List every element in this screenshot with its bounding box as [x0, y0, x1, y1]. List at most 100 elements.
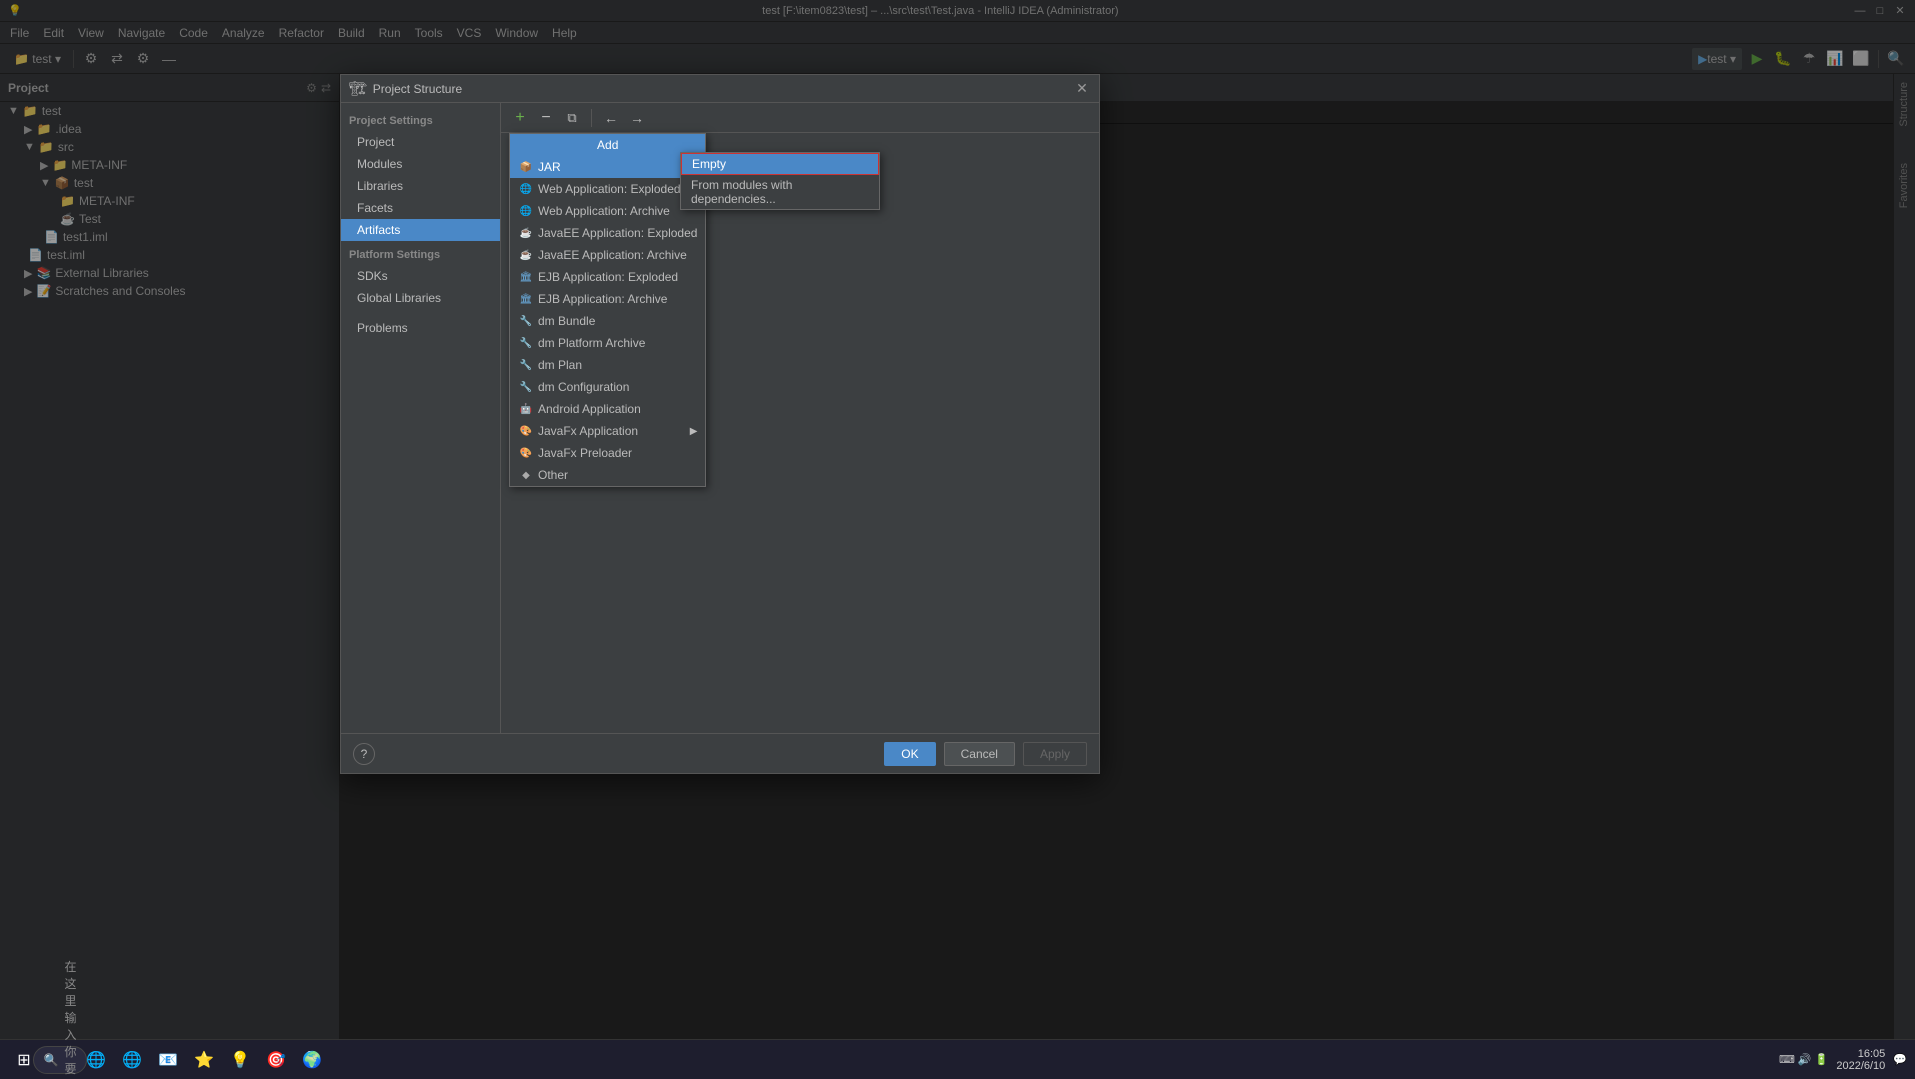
submenu-arrow-icon: ▶	[690, 426, 698, 437]
add-dropdown-header: Add	[510, 134, 705, 156]
dropdown-item-dm-plan[interactable]: 🔧 dm Plan	[510, 354, 705, 376]
dialog-content: + − ⧉ ← → Add 📦 JAR	[501, 103, 1099, 733]
taskbar-app2[interactable]: ⭐	[188, 1044, 220, 1076]
nav-libraries[interactable]: Libraries	[341, 175, 500, 197]
taskbar-app1[interactable]: 📧	[152, 1044, 184, 1076]
dm-icon: 🔧	[518, 313, 534, 329]
project-settings-section: Project Settings Project Modules Librari…	[341, 111, 500, 241]
nav-global-libraries[interactable]: Global Libraries	[341, 287, 500, 309]
taskbar-right-area: ⌨ 🔊 🔋 16:05 2022/6/10 💬	[1779, 1048, 1907, 1072]
other-section: Problems	[341, 317, 500, 339]
taskbar-app4[interactable]: 🌍	[296, 1044, 328, 1076]
notification-icon[interactable]: 💬	[1893, 1053, 1907, 1066]
dropdown-item-ejb-exploded[interactable]: 🏛 EJB Application: Exploded	[510, 266, 705, 288]
dropdown-item-label: EJB Application: Exploded	[538, 270, 678, 284]
javafx-icon: 🎨	[518, 445, 534, 461]
apply-button[interactable]: Apply	[1023, 742, 1087, 766]
javaee-icon: ☕	[518, 247, 534, 263]
javaee-icon: ☕	[518, 225, 534, 241]
nav-facets[interactable]: Facets	[341, 197, 500, 219]
dropdown-item-label: JAR	[538, 160, 561, 174]
dropdown-item-other[interactable]: ◆ Other	[510, 464, 705, 486]
javafx-icon: 🎨	[518, 423, 534, 439]
dropdown-item-ejb-archive[interactable]: 🏛 EJB Application: Archive	[510, 288, 705, 310]
dialog-body: Project Settings Project Modules Librari…	[341, 103, 1099, 733]
jar-submenu-from-modules-label: From modules with dependencies...	[691, 178, 869, 206]
dropdown-item-web-exploded[interactable]: 🌐 Web Application: Exploded	[510, 178, 705, 200]
dropdown-item-label: JavaFx Application	[538, 424, 638, 438]
dialog-sidebar: Project Settings Project Modules Librari…	[341, 103, 501, 733]
dropdown-item-javaee-archive[interactable]: ☕ JavaEE Application: Archive	[510, 244, 705, 266]
time: 16:05	[1836, 1048, 1885, 1060]
dropdown-item-label: Android Application	[538, 402, 641, 416]
ok-button[interactable]: OK	[884, 742, 935, 766]
android-icon: 🤖	[518, 401, 534, 417]
dropdown-item-label: EJB Application: Archive	[538, 292, 667, 306]
dropdown-item-label: Other	[538, 468, 568, 482]
dropdown-item-android[interactable]: 🤖 Android Application	[510, 398, 705, 420]
taskbar-icons: ⌨ 🔊 🔋	[1779, 1053, 1828, 1066]
nav-sdks[interactable]: SDKs	[341, 265, 500, 287]
dropdown-item-javaee-exploded[interactable]: ☕ JavaEE Application: Exploded	[510, 222, 705, 244]
dialog-title-bar: 🏗 Project Structure ✕	[341, 75, 1099, 103]
copy-artifact-button[interactable]: ⧉	[561, 107, 583, 129]
nav-modules[interactable]: Modules	[341, 153, 500, 175]
ejb-icon: 🏛	[518, 291, 534, 307]
forward-button[interactable]: →	[626, 107, 648, 129]
dm-icon: 🔧	[518, 357, 534, 373]
modal-overlay: 🏗 Project Structure ✕ Project Settings P…	[0, 0, 1915, 1079]
dm-icon: 🔧	[518, 379, 534, 395]
cancel-button[interactable]: Cancel	[944, 742, 1015, 766]
nav-artifacts[interactable]: Artifacts	[341, 219, 500, 241]
jar-submenu-from-modules[interactable]: From modules with dependencies...	[681, 175, 879, 209]
dropdown-item-dm-config[interactable]: 🔧 dm Configuration	[510, 376, 705, 398]
dropdown-item-label: JavaFx Preloader	[538, 446, 632, 460]
taskbar-chrome[interactable]: 🌐	[116, 1044, 148, 1076]
nav-project[interactable]: Project	[341, 131, 500, 153]
dropdown-item-label: Web Application: Exploded	[538, 182, 681, 196]
dropdown-item-javafx-preloader[interactable]: 🎨 JavaFx Preloader	[510, 442, 705, 464]
jar-submenu: Empty From modules with dependencies...	[680, 152, 880, 210]
other-icon: ◆	[518, 467, 534, 483]
dropdown-item-label: dm Platform Archive	[538, 336, 645, 350]
dialog-icon: 🏗	[349, 80, 367, 97]
dropdown-item-label: Web Application: Archive	[538, 204, 670, 218]
dropdown-item-dm-bundle[interactable]: 🔧 dm Bundle	[510, 310, 705, 332]
dropdown-item-web-archive[interactable]: 🌐 Web Application: Archive	[510, 200, 705, 222]
taskbar-intellij[interactable]: 💡	[224, 1044, 256, 1076]
dialog-close-button[interactable]: ✕	[1073, 80, 1091, 98]
dialog-title: Project Structure	[373, 82, 462, 96]
nav-problems[interactable]: Problems	[341, 317, 500, 339]
project-settings-header: Project Settings	[341, 111, 500, 131]
back-button[interactable]: ←	[600, 107, 622, 129]
dropdown-item-label: dm Bundle	[538, 314, 595, 328]
dropdown-item-label: dm Plan	[538, 358, 582, 372]
web-icon: 🌐	[518, 181, 534, 197]
dialog-footer: ? OK Cancel Apply	[341, 733, 1099, 773]
dropdown-item-label: JavaEE Application: Exploded	[538, 226, 697, 240]
web-icon: 🌐	[518, 203, 534, 219]
clock: 16:05 2022/6/10	[1836, 1048, 1885, 1072]
platform-settings-section: Platform Settings SDKs Global Libraries	[341, 245, 500, 309]
taskbar-search[interactable]: 🔍 在这里输入你要搜索的内容	[44, 1044, 76, 1076]
dropdown-item-javafx[interactable]: 🎨 JavaFx Application ▶	[510, 420, 705, 442]
jar-submenu-empty-label: Empty	[692, 157, 726, 171]
add-artifact-button[interactable]: +	[509, 107, 531, 129]
ejb-icon: 🏛	[518, 269, 534, 285]
dropdown-item-dm-platform[interactable]: 🔧 dm Platform Archive	[510, 332, 705, 354]
dropdown-item-label: JavaEE Application: Archive	[538, 248, 687, 262]
jar-icon: 📦	[518, 159, 534, 175]
taskbar-app3[interactable]: 🎯	[260, 1044, 292, 1076]
help-button[interactable]: ?	[353, 743, 375, 765]
dm-icon: 🔧	[518, 335, 534, 351]
jar-submenu-empty[interactable]: Empty	[681, 153, 879, 175]
search-icon: 🔍	[44, 1053, 59, 1067]
remove-artifact-button[interactable]: −	[535, 107, 557, 129]
date: 2022/6/10	[1836, 1060, 1885, 1072]
dialog-toolbar: + − ⧉ ← →	[501, 103, 1099, 133]
taskbar-edge[interactable]: 🌐	[80, 1044, 112, 1076]
dialog-main-area: Add 📦 JAR ▶ 🌐 Web Application: Exploded	[501, 133, 1099, 733]
dropdown-item-jar[interactable]: 📦 JAR ▶	[510, 156, 705, 178]
dropdown-item-label: dm Configuration	[538, 380, 629, 394]
toolbar-separator	[591, 109, 592, 127]
